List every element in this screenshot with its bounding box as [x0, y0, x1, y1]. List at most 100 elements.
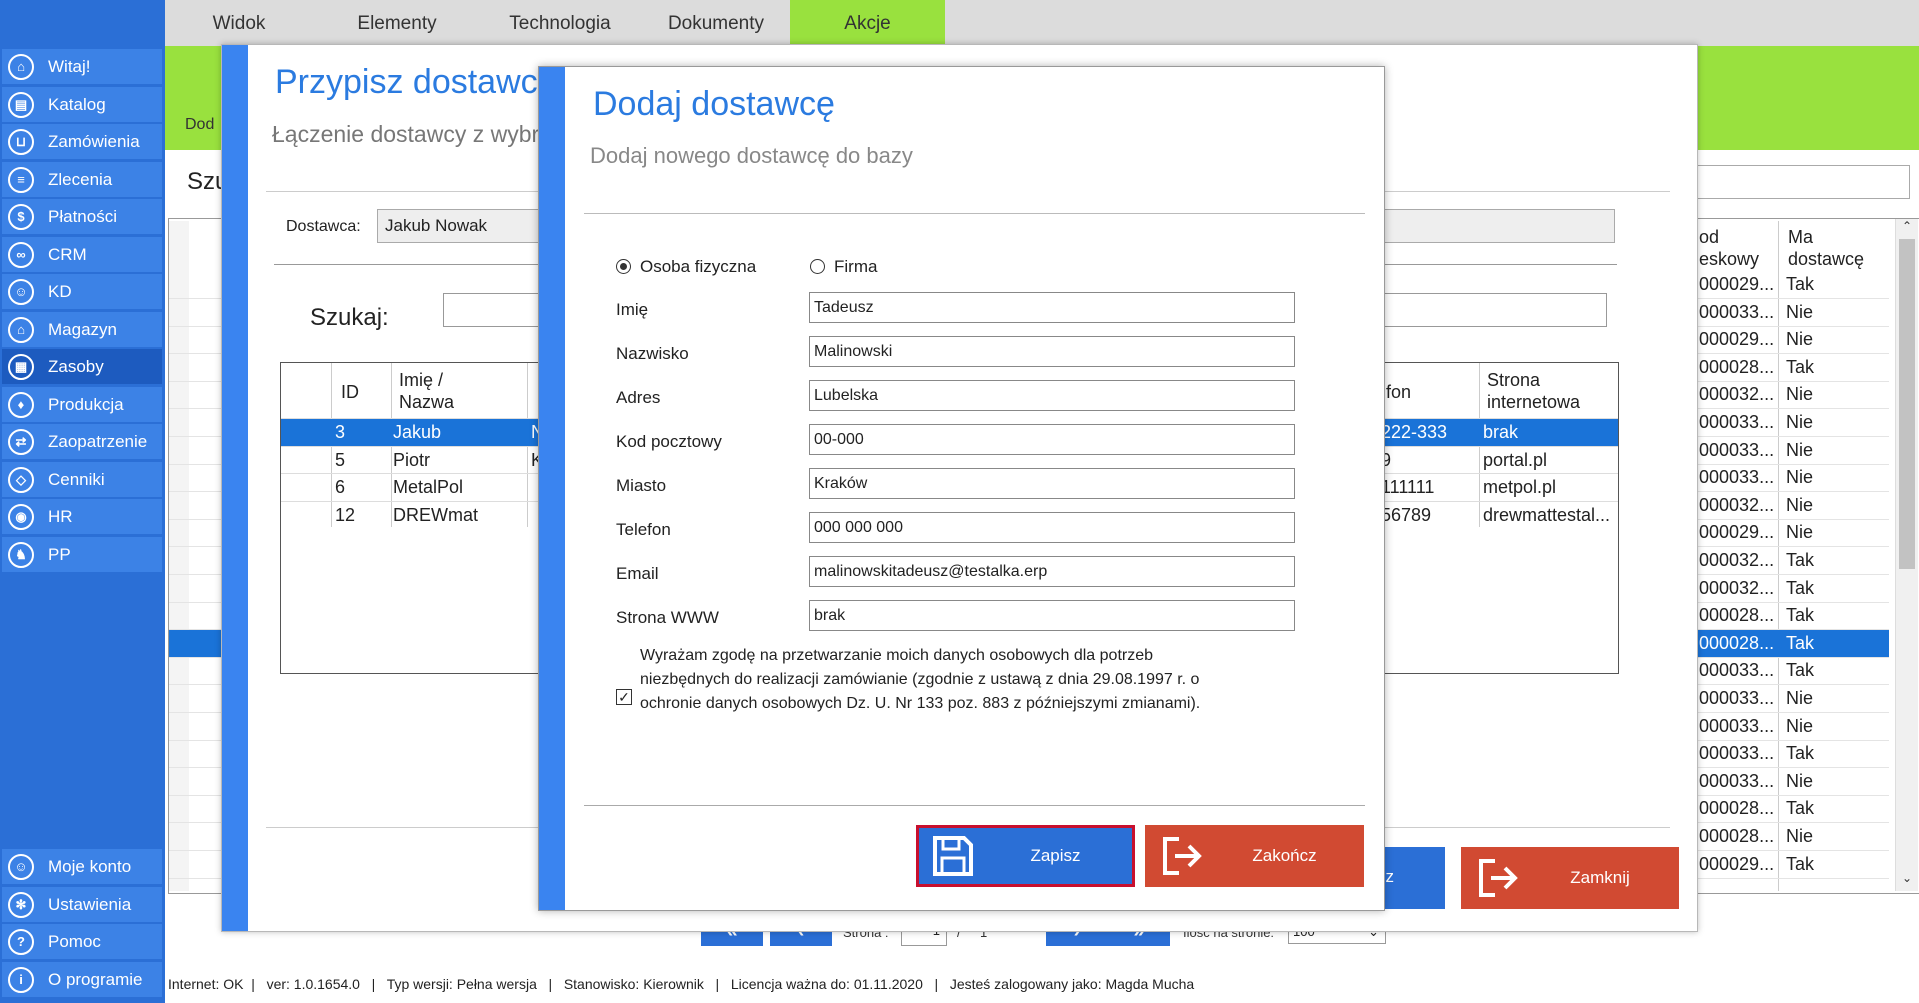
production-icon: ♦ [8, 391, 34, 418]
vertical-scrollbar[interactable]: ⌃ ⌄ [1895, 219, 1918, 891]
divider [584, 213, 1365, 214]
field-label-address: Adres [616, 388, 661, 407]
cell-has-supplier: Tak [1786, 798, 1815, 819]
scroll-thumb[interactable] [1899, 239, 1915, 569]
sidebar-item-label: Cenniki [48, 469, 105, 489]
cell-phone: 111111 [1381, 477, 1435, 497]
field-label-postal-code: Kod pocztowy [616, 432, 722, 451]
column-header-has-supplier[interactable]: Ma dostawcę [1788, 226, 1864, 270]
user-icon: ☺ [8, 853, 34, 880]
sidebar-item-moje-konto[interactable]: ☺ Moje konto [2, 849, 162, 884]
end-button[interactable]: Zakończ [1145, 825, 1364, 887]
dollar-icon: $ [8, 203, 34, 230]
close-button-label: Zamknij [1570, 868, 1630, 887]
sidebar-item-label: Witaj! [48, 56, 91, 76]
dialog-subtitle: Łączenie dostawcy z wybr [272, 121, 540, 147]
home-icon: ⌂ [8, 53, 34, 80]
consent-text: Wyrażam zgodę na przetwarzanie moich dan… [640, 647, 1201, 712]
cell-has-supplier: Nie [1786, 715, 1814, 736]
sidebar-item-label: Zlecenia [48, 169, 113, 189]
menu-akcje[interactable]: Akcje [790, 0, 945, 46]
tag-icon: ◇ [8, 466, 34, 493]
sidebar-item-platnosci[interactable]: $ Płatności [2, 199, 162, 234]
address-input[interactable]: Lubelska [809, 380, 1295, 411]
status-bar: Internet: OK | ver: 1.0.1654.0 | Typ wer… [168, 976, 1195, 992]
sidebar-item-zamowienia[interactable]: ⊔ Zamówienia [2, 124, 162, 159]
cell-has-supplier: Nie [1786, 329, 1814, 350]
cell-has-supplier: Nie [1786, 826, 1814, 846]
menu-widok[interactable]: Widok [179, 0, 299, 46]
cell-phone: 56789 [1381, 504, 1432, 525]
radio-company-label[interactable]: Firma [834, 257, 877, 277]
sidebar-item-kd[interactable]: ☺ KD [2, 274, 162, 309]
cell-www: metpol.pl [1483, 477, 1557, 497]
save-button-label: Zapisz [1030, 846, 1081, 865]
cart-icon: ⊔ [8, 128, 34, 155]
cell-has-supplier: Tak [1786, 605, 1815, 626]
column-header-name[interactable]: Imię / Nazwa [399, 363, 454, 418]
sidebar-item-cenniki[interactable]: ◇ Cenniki [2, 462, 162, 497]
cell-www: drewmattestal... [1483, 504, 1611, 525]
sidebar-item-zlecenia[interactable]: ≡ Zlecenia [2, 162, 162, 197]
menu-technologia[interactable]: Technologia [485, 0, 635, 46]
column-header-www[interactable]: Strona internetowa [1487, 363, 1580, 418]
cell-id: 5 [335, 449, 346, 470]
sidebar-item-crm[interactable]: ∞ CRM [2, 237, 162, 272]
cell-has-supplier: Tak [1786, 743, 1815, 764]
www-input[interactable]: brak [809, 600, 1295, 631]
email-input[interactable]: malinowskitadeusz@testalka.erp [809, 556, 1295, 587]
sidebar-item-label: Katalog [48, 94, 106, 114]
sidebar-item-zasoby[interactable]: ▦ Zasoby [2, 349, 162, 384]
scroll-up-icon[interactable]: ⌃ [1902, 219, 1912, 233]
scroll-down-icon[interactable]: ⌄ [1902, 871, 1912, 885]
menu-dokumenty[interactable]: Dokumenty [646, 0, 786, 46]
sidebar-item-o-programie[interactable]: i O programie [2, 962, 162, 997]
search-label: Szukaj: [310, 304, 389, 331]
postal-code-input[interactable]: 00-000 [809, 424, 1295, 455]
consent-checkbox[interactable]: ✓ [616, 689, 632, 705]
field-label-email: Email [616, 564, 659, 583]
sidebar-item-label: Magazyn [48, 319, 117, 339]
cell-has-supplier: Nie [1786, 301, 1814, 322]
column-header-code[interactable]: od eskowy [1699, 226, 1759, 270]
sidebar-item-pp[interactable]: ♞ PP [2, 537, 162, 572]
save-button[interactable]: Zapisz [916, 825, 1135, 887]
sidebar-item-label: KD [48, 281, 72, 301]
column-header-id[interactable]: ID [341, 363, 359, 418]
sidebar-item-witaj[interactable]: ⌂ Witaj! [2, 49, 162, 84]
radio-company[interactable] [810, 259, 825, 274]
cell-has-supplier: Nie [1786, 384, 1814, 405]
sidebar-item-katalog[interactable]: ▤ Katalog [2, 87, 162, 122]
sidebar-item-produkcja[interactable]: ♦ Produkcja [2, 387, 162, 422]
end-button-label: Zakończ [1252, 846, 1317, 865]
cell-name: Jakub [393, 422, 442, 442]
dialog-title: Przypisz dostawcę [275, 63, 557, 101]
close-button[interactable]: Zamknij [1461, 847, 1679, 909]
menu-elementy[interactable]: Elementy [332, 0, 462, 46]
radio-person[interactable] [616, 259, 631, 274]
radio-person-label[interactable]: Osoba fizyczna [640, 257, 756, 277]
field-label-city: Miasto [616, 476, 667, 495]
dialog-subtitle: Dodaj nowego dostawcę do bazy [590, 143, 913, 168]
cell-has-supplier: Nie [1786, 439, 1814, 460]
cell-name: Piotr [393, 449, 431, 470]
sidebar-item-hr[interactable]: ◉ HR [2, 499, 162, 534]
person-icon: ☺ [8, 278, 34, 305]
cell-has-supplier: Tak [1786, 632, 1815, 653]
phone-input[interactable]: 000 000 000 [809, 512, 1295, 543]
last-name-input[interactable]: Malinowski [809, 336, 1295, 367]
dialog-accent-bar [222, 45, 248, 931]
sidebar-item-ustawienia[interactable]: ✻ Ustawienia [2, 887, 162, 922]
sidebar-item-magazyn[interactable]: ⌂ Magazyn [2, 312, 162, 347]
field-label-phone: Telefon [616, 520, 671, 539]
first-name-input[interactable]: Tadeusz [809, 292, 1295, 323]
background-search-input[interactable] [1690, 165, 1910, 199]
city-input[interactable]: Kraków [809, 468, 1295, 499]
column-header-phone[interactable]: fon [1386, 363, 1411, 418]
gear-icon: ✻ [8, 891, 34, 918]
sidebar-item-zaopatrzenie[interactable]: ⇄ Zaopatrzenie [2, 424, 162, 459]
sidebar-item-pomoc[interactable]: ? Pomoc [2, 924, 162, 959]
breadcrumb: Dod [185, 116, 215, 133]
sidebar: ⌂ Witaj! ▤ Katalog ⊔ Zamówienia ≡ Zlecenia $… [0, 0, 165, 1003]
supplier-label: Dostawca: [286, 218, 361, 235]
